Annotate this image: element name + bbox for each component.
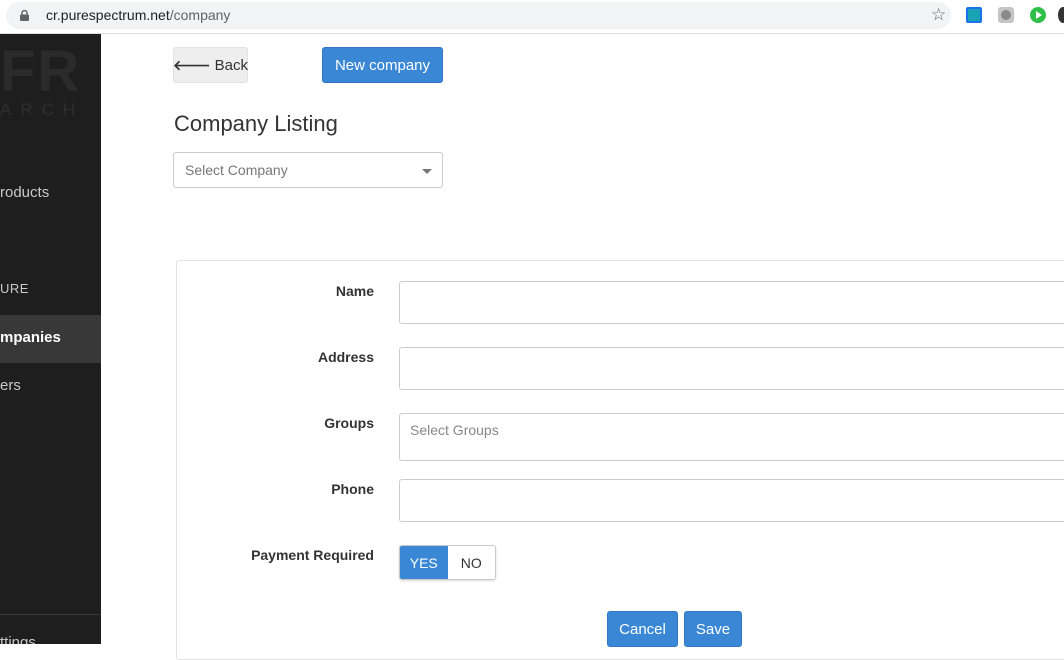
address-bar[interactable]: cr.purespectrum.net/company ☆	[6, 2, 951, 29]
sidebar-item-settings[interactable]: ttings	[0, 620, 101, 644]
name-field[interactable]	[399, 281, 1064, 324]
address-field[interactable]	[399, 347, 1064, 390]
phone-label: Phone	[331, 481, 374, 497]
chevron-down-icon	[422, 169, 432, 174]
sidebar-item-users[interactable]: ers	[0, 363, 101, 411]
groups-select-placeholder: Select Groups	[410, 422, 499, 438]
new-company-button[interactable]: New company	[322, 47, 443, 83]
sidebar-section-heading: URE	[0, 267, 101, 315]
sidebar-item-label: ers	[0, 377, 21, 394]
sidebar: FR ARCH roducts URE mpanies ers ttings	[0, 34, 101, 644]
extension-icon[interactable]	[1058, 7, 1064, 23]
groups-label: Groups	[324, 415, 374, 431]
arrow-left-icon: 🡐	[173, 56, 211, 73]
sidebar-item-label: ttings	[0, 634, 36, 644]
payment-required-label: Payment Required	[251, 547, 374, 563]
company-select[interactable]: Select Company	[173, 152, 443, 188]
payment-no-option[interactable]: NO	[447, 546, 495, 579]
address-label: Address	[317, 349, 374, 365]
bookmark-star-icon[interactable]: ☆	[931, 5, 946, 25]
logo: FR	[0, 39, 82, 104]
url-text[interactable]: cr.purespectrum.net/company	[46, 7, 230, 23]
page-title: Company Listing	[174, 111, 338, 136]
logo-subtitle: ARCH	[0, 100, 85, 119]
sidebar-divider	[0, 614, 101, 615]
company-select-placeholder: Select Company	[185, 162, 288, 178]
payment-yes-option[interactable]: YES	[400, 546, 448, 579]
play-extension-icon[interactable]	[1030, 7, 1046, 23]
phone-field[interactable]	[399, 479, 1064, 522]
groups-select[interactable]: Select Groups	[399, 413, 1064, 461]
payment-required-toggle[interactable]: YES NO	[399, 545, 496, 580]
back-button-label: Back	[214, 56, 248, 74]
extension-icon[interactable]	[998, 7, 1014, 23]
url-host: cr.purespectrum.net	[46, 7, 170, 23]
sidebar-item-label: roducts	[0, 184, 50, 201]
sidebar-section-label: URE	[0, 281, 29, 296]
browser-toolbar: cr.purespectrum.net/company ☆	[0, 0, 1064, 34]
save-button[interactable]: Save	[684, 611, 742, 647]
sidebar-item-label: mpanies	[0, 329, 61, 346]
sidebar-item-companies[interactable]: mpanies	[0, 315, 101, 363]
lock-icon	[20, 10, 29, 21]
cancel-button[interactable]: Cancel	[607, 611, 678, 647]
extension-icon[interactable]	[966, 7, 982, 23]
url-path: /company	[169, 7, 231, 23]
name-label: Name	[335, 283, 374, 299]
back-button[interactable]: 🡐 Back	[173, 47, 248, 83]
sidebar-item-products[interactable]: roducts	[0, 170, 101, 218]
